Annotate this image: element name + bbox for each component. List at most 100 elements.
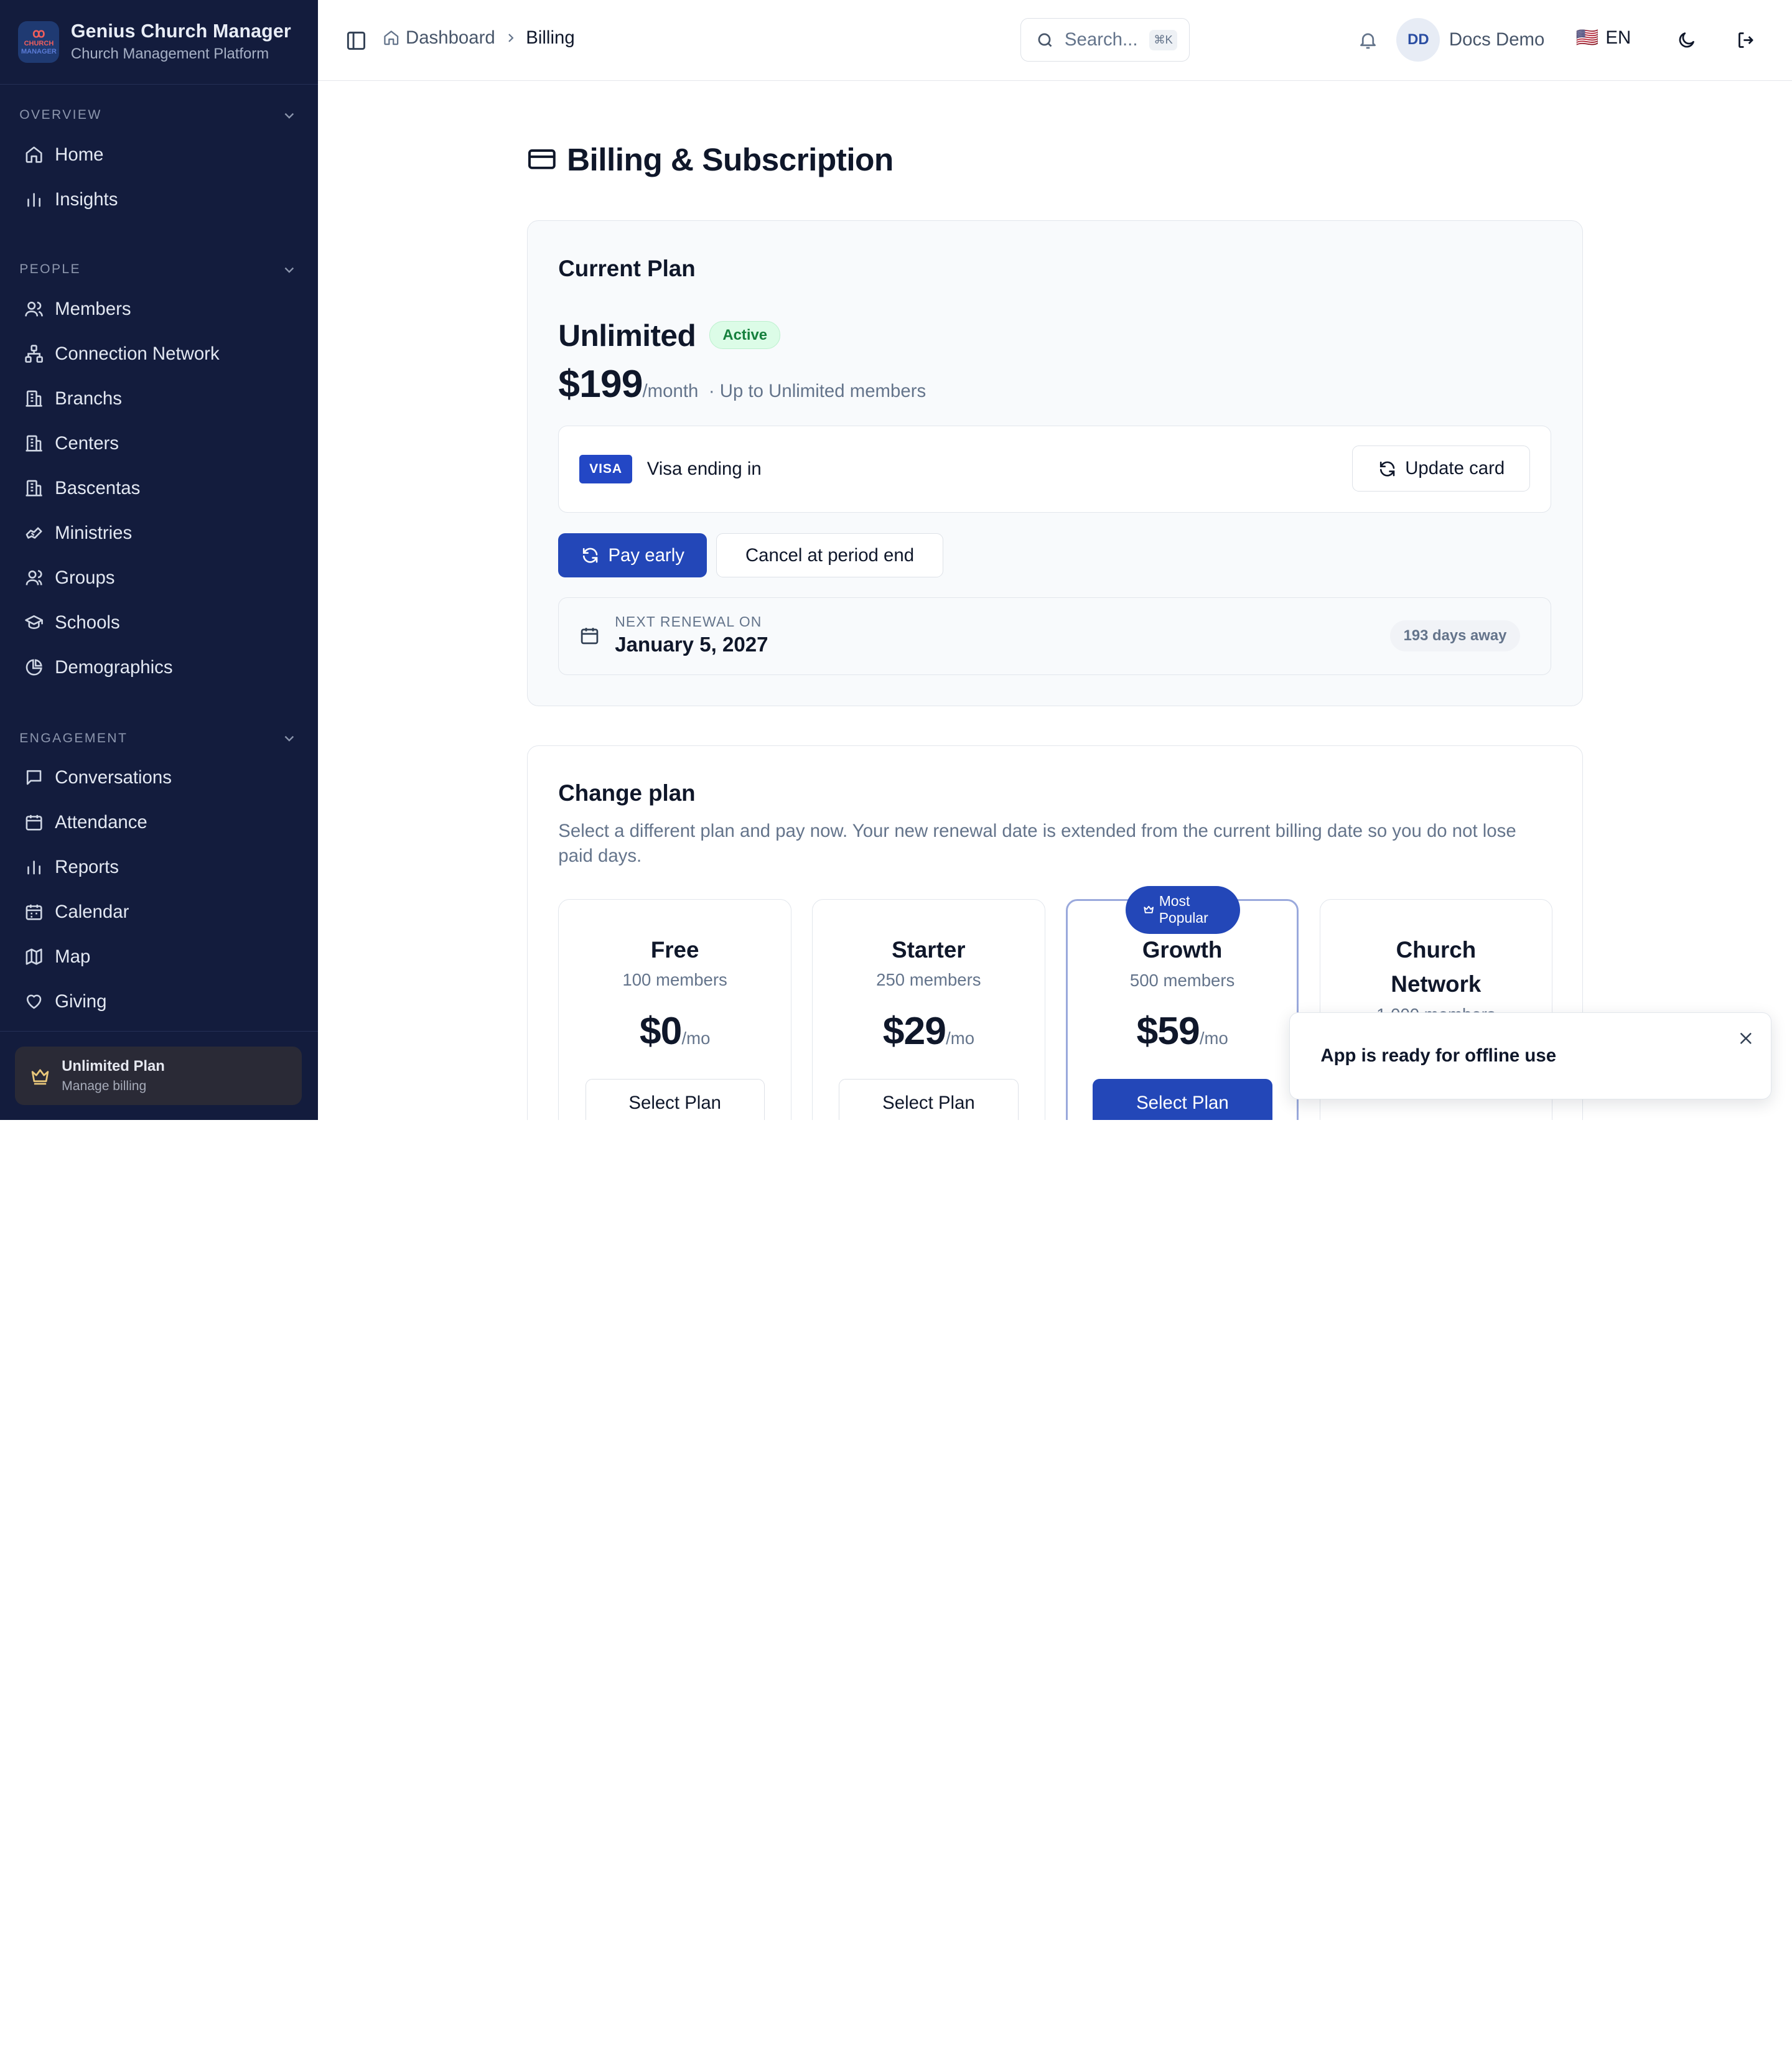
change-plan-heading: Change plan	[558, 780, 696, 806]
sidebar-item-conversations[interactable]: Conversations	[0, 755, 318, 800]
select-plan-button[interactable]: Select Plan	[839, 1078, 1019, 1120]
sidebar-item-map[interactable]: Map	[0, 935, 318, 979]
sidebar-item-centers[interactable]: Centers	[0, 421, 318, 466]
search-box[interactable]: Search... ⌘K	[1020, 18, 1190, 62]
sidebar-item-members[interactable]: Members	[0, 287, 318, 332]
select-plan-button[interactable]: Select Plan	[585, 1078, 765, 1120]
app-subtitle: Church Management Platform	[70, 45, 269, 63]
sidebar-divider	[0, 1030, 318, 1032]
sidebar-item-schools[interactable]: Schools	[0, 600, 318, 645]
breadcrumb-root[interactable]: Dashboard	[406, 27, 495, 49]
sidebar-item-label: Conversations	[55, 767, 172, 788]
plan-card-price: $0/mo	[639, 1009, 711, 1053]
cancel-at-period-end-button[interactable]: Cancel at period end	[716, 533, 944, 578]
sidebar-item-groups[interactable]: Groups	[0, 556, 318, 600]
theme-toggle-button[interactable]	[1676, 30, 1697, 50]
sidebar-item-label: Attendance	[55, 812, 147, 833]
plan-card-subtitle: Manage billing	[62, 1078, 147, 1093]
language-selector[interactable]: 🇺🇸 EN	[1576, 27, 1631, 49]
sidebar-item-label: Insights	[55, 189, 118, 210]
renewal-countdown-badge: 193 days away	[1389, 620, 1521, 652]
bar-chart-icon	[27, 861, 40, 875]
user-menu[interactable]: DD Docs Demo	[1396, 18, 1544, 62]
plan-period: /month	[642, 381, 699, 402]
logout-button[interactable]	[1736, 30, 1757, 50]
flag-us-icon: 🇺🇸	[1575, 27, 1599, 49]
sidebar-item-label: Branchs	[55, 388, 122, 409]
page-title-text: Billing & Subscription	[566, 141, 894, 177]
sidebar-item-label: Schools	[55, 612, 120, 633]
sidebar-item-reports[interactable]: Reports	[0, 845, 318, 890]
notifications-button[interactable]	[1358, 30, 1378, 50]
crown-icon	[1144, 905, 1154, 913]
close-icon[interactable]	[1738, 1030, 1754, 1047]
sidebar-item-insights[interactable]: Insights	[0, 177, 318, 222]
sidebar-item-label: Bascentas	[55, 477, 141, 498]
sidebar-item-attendance[interactable]: Attendance	[0, 800, 318, 845]
status-badge: Active	[709, 321, 781, 350]
sidebar-plan-card[interactable]: Unlimited Plan Manage billing	[14, 1047, 302, 1106]
moon-icon	[1679, 32, 1695, 48]
sidebar-item-branchs[interactable]: Branchs	[0, 376, 318, 421]
sidebar-item-bascentas[interactable]: Bascentas	[0, 466, 318, 511]
chevron-right-icon	[508, 34, 514, 42]
cancel-label: Cancel at period end	[745, 544, 915, 566]
section-title: OVERVIEW	[19, 108, 102, 123]
users-icon	[24, 302, 43, 317]
payment-method-box: VISA Visa ending in Update card	[558, 426, 1552, 513]
visa-logo-icon: VISA	[579, 455, 632, 484]
home-icon	[26, 146, 42, 164]
pay-early-button[interactable]: Pay early	[558, 533, 707, 578]
sidebar-item-label: Reports	[55, 856, 119, 877]
section-header-overview[interactable]: OVERVIEW	[0, 104, 318, 127]
offline-ready-toast: App is ready for offline use	[1289, 1012, 1771, 1099]
plan-name-row: Unlimited Active	[558, 317, 781, 353]
chevron-down-icon	[284, 735, 294, 742]
avatar: DD	[1396, 18, 1440, 62]
calendar-icon	[581, 627, 599, 645]
sidebar-item-label: Calendar	[55, 901, 129, 922]
plan-card-name: Growth	[1142, 937, 1223, 963]
sidebar-item-connection-network[interactable]: Connection Network	[0, 332, 318, 376]
update-card-button[interactable]: Update card	[1351, 445, 1531, 492]
sidebar-item-giving[interactable]: Giving	[0, 979, 318, 1024]
church-logo-icon: ꝏ CHURCH MANAGER	[18, 21, 60, 63]
sidebar-item-label: Groups	[55, 567, 115, 588]
search-placeholder: Search...	[1064, 29, 1138, 50]
sidebar-toggle-button[interactable]	[345, 30, 367, 52]
credit-card-icon	[528, 149, 556, 169]
language-code: EN	[1605, 27, 1631, 49]
calendar-check-icon	[26, 815, 42, 831]
renewal-label: NEXT RENEWAL ON	[615, 613, 762, 630]
plan-price: $199	[558, 362, 643, 406]
plan-card-name: Starter	[892, 936, 966, 963]
card-text: Visa ending in	[646, 458, 762, 479]
plan-name: Unlimited	[558, 317, 696, 353]
current-plan-card: Current Plan Unlimited Active $199 /mont…	[526, 220, 1583, 707]
select-plan-button[interactable]: Select Plan	[1093, 1079, 1272, 1120]
message-icon	[26, 770, 41, 785]
section-title: PEOPLE	[19, 262, 82, 277]
building-icon	[26, 390, 42, 407]
plan-card-members: 500 members	[1129, 970, 1235, 990]
brand[interactable]: ꝏ CHURCH MANAGER Genius Church Manager Chu…	[0, 0, 318, 85]
current-plan-heading: Current Plan	[558, 255, 696, 281]
app-name: Genius Church Manager	[70, 21, 291, 42]
hand-heart-icon	[26, 527, 42, 539]
sidebar-item-ministries[interactable]: Ministries	[0, 511, 318, 556]
change-plan-description: Select a different plan and pay now. You…	[558, 821, 1516, 867]
sidebar-item-label: Connection Network	[55, 343, 220, 364]
sidebar-item-label: Demographics	[55, 656, 173, 678]
chevron-down-icon	[284, 113, 294, 119]
sidebar-item-demographics[interactable]: Demographics	[0, 645, 318, 690]
plan-card-price: $59/mo	[1136, 1009, 1228, 1053]
section-header-people[interactable]: PEOPLE	[0, 258, 318, 281]
sidebar-item-home[interactable]: Home	[0, 133, 318, 177]
plan-members-note: · Up to Unlimited members	[708, 381, 926, 402]
section-header-engagement[interactable]: ENGAGEMENT	[0, 727, 318, 750]
sidebar-item-calendar[interactable]: Calendar	[0, 890, 318, 935]
graduation-cap-icon	[24, 615, 43, 630]
renewal-box: NEXT RENEWAL ON January 5, 2027 193 days…	[558, 597, 1552, 675]
app-root: ꝏ CHURCH MANAGER Genius Church Manager Chu…	[0, 0, 1792, 1120]
sidebar-item-label: Centers	[55, 432, 119, 454]
